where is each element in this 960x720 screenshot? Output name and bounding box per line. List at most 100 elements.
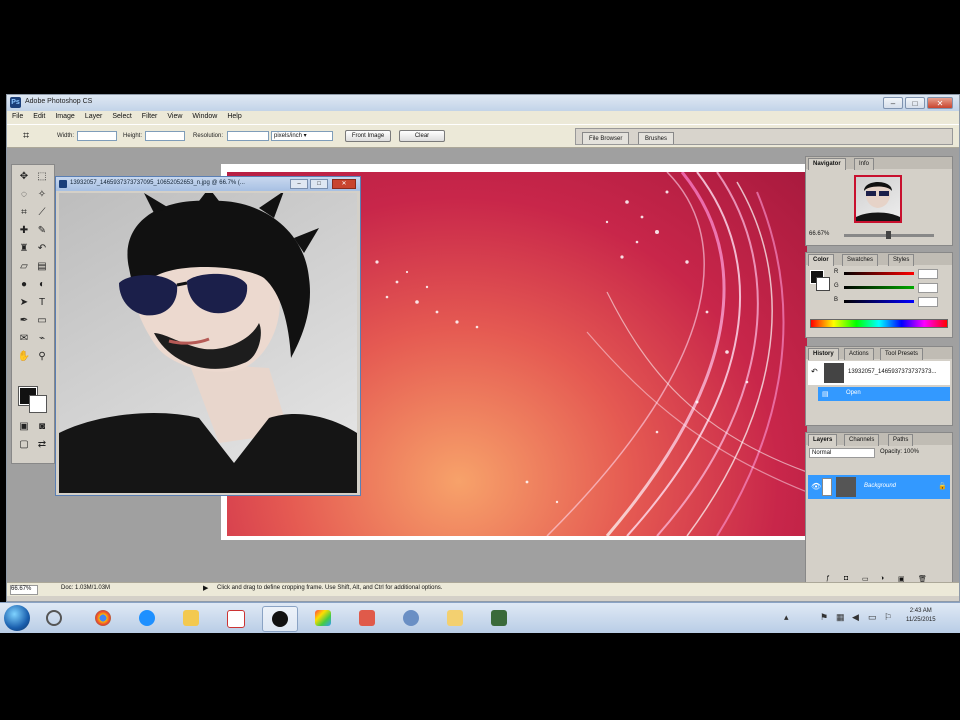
doc-close-button[interactable]: ✕	[332, 179, 356, 189]
tab-history[interactable]: History	[808, 348, 839, 360]
calendar-icon[interactable]	[218, 606, 252, 630]
link-toggle[interactable]	[822, 478, 832, 496]
status-zoom[interactable]: 66.67%	[10, 585, 38, 595]
notes-tool-icon[interactable]: ✉	[16, 331, 32, 347]
width-field[interactable]	[77, 131, 117, 141]
minimize-button[interactable]: –	[883, 97, 903, 109]
menu-image[interactable]: Image	[50, 111, 79, 120]
channel-g-slider[interactable]	[844, 286, 914, 289]
menu-filter[interactable]: Filter	[137, 111, 163, 120]
channel-b-value[interactable]	[918, 297, 938, 307]
adjustment-layer-icon[interactable]: ◑	[880, 575, 884, 582]
color-ramp[interactable]	[810, 319, 948, 328]
navigator-thumbnail[interactable]	[854, 175, 902, 223]
status-doc-info[interactable]: Doc: 1.03M/1.03M	[61, 585, 110, 591]
eye-visibility-icon[interactable]: 👁	[811, 482, 821, 491]
history-step-open[interactable]: ▤ Open	[818, 387, 950, 401]
chrome-icon[interactable]	[86, 606, 120, 630]
standard-mode-icon[interactable]: ▣	[16, 419, 32, 435]
close-button[interactable]: ✕	[927, 97, 953, 109]
move-tool-icon[interactable]: ✥	[16, 169, 32, 185]
tab-actions[interactable]: Actions	[844, 348, 874, 360]
crop-tool-icon[interactable]: ⌗	[23, 130, 29, 143]
layer-row-background[interactable]: 👁 Background 🔒	[808, 475, 950, 499]
layer-mask-icon[interactable]: ◘	[844, 575, 848, 582]
layer-style-icon[interactable]: ƒ	[826, 575, 830, 582]
ie-icon[interactable]	[130, 606, 164, 630]
tab-color[interactable]: Color	[808, 254, 834, 266]
doc-minimize-button[interactable]: –	[290, 179, 308, 189]
crop-tool-icon[interactable]: ⌗	[16, 205, 32, 221]
lasso-tool-icon[interactable]: ◌	[16, 187, 32, 203]
slice-tool-icon[interactable]: ⟋	[34, 205, 50, 221]
marquee-tool-icon[interactable]: ⬚	[34, 169, 50, 185]
start-button[interactable]	[4, 605, 30, 631]
zoom-tool-icon[interactable]: ⚲	[34, 349, 50, 365]
history-brush-icon[interactable]: ↶	[811, 367, 818, 376]
tab-navigator[interactable]: Navigator	[808, 158, 846, 170]
history-snapshot-row[interactable]: ↶ 13932057_1465937373737373...	[808, 361, 950, 385]
network-icon[interactable]	[394, 606, 428, 630]
title-bar[interactable]: Ps Adobe Photoshop CS – □ ✕	[7, 95, 959, 111]
channel-r-value[interactable]	[918, 269, 938, 279]
clock[interactable]: 2:43 AM 11/25/2015	[906, 607, 936, 625]
menu-edit[interactable]: Edit	[28, 111, 50, 120]
channel-g-value[interactable]	[918, 283, 938, 293]
document-title-bar[interactable]: 13932057_1465937373737095_10652052653_n.…	[56, 177, 360, 191]
tab-file-browser[interactable]: File Browser	[582, 132, 630, 144]
shape-tool-icon[interactable]: ▭	[34, 313, 50, 329]
paint-icon[interactable]	[350, 606, 384, 630]
eraser-tool-icon[interactable]: ▱	[16, 259, 32, 275]
tab-swatches[interactable]: Swatches	[842, 254, 879, 266]
tray-battery-icon[interactable]: ▭	[868, 612, 877, 623]
dodge-tool-icon[interactable]: ◐	[34, 277, 50, 293]
play-arrow-icon[interactable]: ▶	[203, 584, 208, 592]
hand-tool-icon[interactable]: ✋	[16, 349, 32, 365]
clear-button[interactable]: Clear	[399, 130, 445, 142]
menu-select[interactable]: Select	[107, 111, 136, 120]
units-select[interactable]: pixels/inch ▾	[271, 131, 333, 141]
gradient-tool-icon[interactable]: ▤	[34, 259, 50, 275]
blur-tool-icon[interactable]: ●	[16, 277, 32, 293]
resolution-field[interactable]	[227, 131, 269, 141]
blend-mode-select[interactable]: Normal	[809, 448, 875, 458]
menu-window[interactable]: Window	[187, 111, 222, 120]
height-field[interactable]	[145, 131, 185, 141]
eyedropper-icon[interactable]: ⌁	[34, 331, 50, 347]
healing-brush-icon[interactable]: ✚	[16, 223, 32, 239]
menu-help[interactable]: Help	[222, 111, 246, 120]
tab-brushes[interactable]: Brushes	[638, 132, 675, 144]
navigator-zoom-handle[interactable]	[886, 231, 891, 239]
doc-maximize-button[interactable]: □	[310, 179, 328, 189]
color-bg-swatch[interactable]	[816, 277, 830, 291]
quick-mask-icon[interactable]: ◙	[34, 419, 50, 435]
tray-show-hidden-icon[interactable]: ▴	[784, 612, 789, 623]
task-view-icon[interactable]	[46, 610, 62, 626]
type-tool-icon[interactable]: T	[34, 295, 50, 311]
tab-paths[interactable]: Paths	[888, 434, 914, 446]
photo-canvas[interactable]	[59, 193, 357, 493]
background-color-swatch[interactable]	[29, 395, 47, 413]
pen-tool-icon[interactable]: ✒	[16, 313, 32, 329]
menu-file[interactable]: File	[7, 111, 28, 120]
navigator-zoom[interactable]: 66.67%	[809, 231, 829, 237]
jump-to-imageready-icon[interactable]: ⇄	[34, 437, 50, 453]
photo-document-window[interactable]: 13932057_1465937373737095_10652052653_n.…	[55, 176, 361, 496]
media-player-icon[interactable]	[262, 606, 298, 632]
front-image-button[interactable]: Front Image	[345, 130, 391, 142]
tray-volume-icon[interactable]: ◀	[852, 612, 859, 623]
menu-layer[interactable]: Layer	[80, 111, 108, 120]
folder-icon[interactable]	[174, 606, 208, 630]
tray-flag-icon[interactable]: ⚐	[884, 612, 892, 623]
tray-network-icon[interactable]: ▦	[836, 612, 845, 623]
channel-r-slider[interactable]	[844, 272, 914, 275]
clone-stamp-icon[interactable]: ♜	[16, 241, 32, 257]
tab-layers[interactable]: Layers	[808, 434, 838, 446]
tray-security-icon[interactable]: ⚑	[820, 612, 828, 623]
maximize-button[interactable]: □	[905, 97, 925, 109]
game-icon[interactable]	[482, 606, 516, 630]
tab-tool-presets[interactable]: Tool Presets	[880, 348, 924, 360]
folder-icon[interactable]	[438, 606, 472, 630]
path-select-icon[interactable]: ➤	[16, 295, 32, 311]
brush-tool-icon[interactable]: ✎	[34, 223, 50, 239]
